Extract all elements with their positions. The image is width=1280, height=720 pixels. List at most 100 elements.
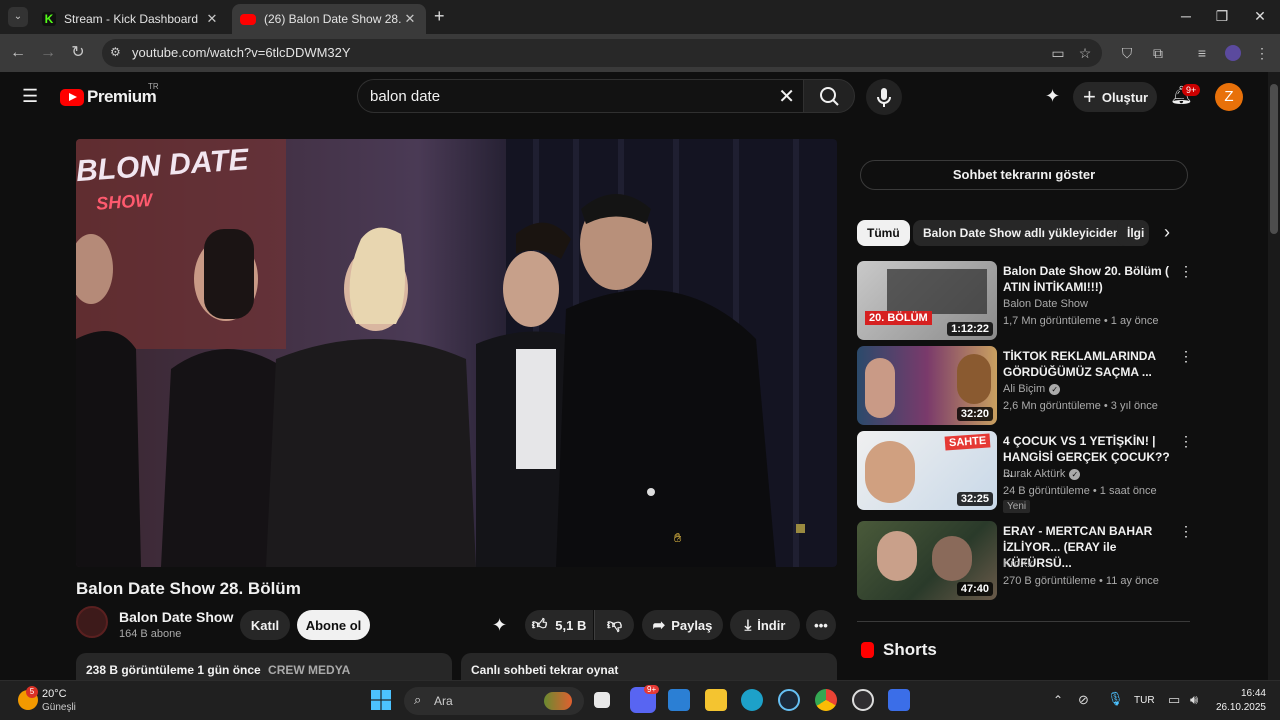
app-icon[interactable] bbox=[888, 689, 910, 711]
tab-close-icon[interactable]: ✕ bbox=[402, 11, 418, 27]
scrollbar-thumb[interactable] bbox=[1270, 84, 1278, 234]
download-button[interactable]: ⤓ İndir bbox=[730, 610, 800, 640]
task-view-icon[interactable] bbox=[594, 692, 610, 708]
discord-badge: 9+ bbox=[644, 685, 660, 694]
more-vertical-icon[interactable]: ⋮ bbox=[1179, 523, 1193, 540]
browser-menu-icon[interactable]: ⋮ bbox=[1252, 43, 1272, 63]
youtube-masthead: ☰ Premium TR balon date ✕ ✦ + Oluştur 🔔︎… bbox=[0, 72, 1268, 122]
video-thumbnail[interactable]: 47:40 bbox=[857, 521, 997, 600]
recommendation-channel-row: Burak Aktürk ✓ bbox=[1003, 468, 1081, 480]
tab-kick-dashboard[interactable]: K Stream - Kick Dashboard ✕ bbox=[34, 4, 228, 34]
live-chat-replay-box[interactable]: Canlı sohbeti tekrar oynat bbox=[461, 653, 837, 683]
recommendation-title: TİKTOK REKLAMLARINDA GÖRDÜĞÜMÜZ SAÇMA ..… bbox=[1003, 349, 1156, 379]
install-app-icon[interactable]: ▭ bbox=[1048, 43, 1068, 63]
more-actions-button[interactable]: ••• bbox=[806, 610, 836, 640]
store-icon[interactable] bbox=[668, 689, 690, 711]
chip-all[interactable]: Tümü bbox=[857, 220, 910, 246]
clear-search-icon[interactable]: ✕ bbox=[778, 84, 795, 109]
create-button[interactable]: + Oluştur bbox=[1073, 82, 1157, 112]
taskbar-search[interactable]: ⌕ Ara bbox=[404, 687, 584, 715]
chip-related[interactable]: İlgi bbox=[1117, 220, 1149, 246]
video-thumbnail[interactable]: SAHTE 32:25 bbox=[857, 431, 997, 510]
display-icon[interactable]: ▭ bbox=[1168, 692, 1180, 708]
view-count-date: 238 B görüntüleme 1 gün önce bbox=[86, 663, 261, 677]
subscribe-button[interactable]: Abone ol bbox=[297, 610, 370, 640]
like-button[interactable]: 👍︎ 5,1 B bbox=[525, 610, 593, 640]
recommendation-meta: 2,6 Mn görüntüleme • 3 yıl önce bbox=[1003, 400, 1158, 412]
address-bar[interactable]: ⚙ youtube.com/watch?v=6tlcDDWM32Y bbox=[102, 39, 1102, 67]
channel-name[interactable]: Balon Date Show bbox=[119, 609, 233, 625]
premium-sparkle-icon[interactable]: ✦ bbox=[1045, 86, 1060, 107]
microphone-icon[interactable]: 🎙︎ bbox=[1107, 691, 1124, 707]
premium-sparkle-icon[interactable]: ✦ bbox=[492, 615, 507, 636]
kick-favicon-icon: K bbox=[42, 12, 56, 26]
profile-icon[interactable] bbox=[1223, 43, 1243, 63]
account-avatar[interactable]: Z bbox=[1215, 83, 1243, 111]
file-explorer-icon[interactable] bbox=[705, 689, 727, 711]
thumbs-up-icon: 👍︎ bbox=[531, 616, 548, 633]
more-vertical-icon[interactable]: ⋮ bbox=[1179, 263, 1193, 280]
search-highlight-icon bbox=[544, 692, 572, 710]
description-box[interactable]: 238 B görüntüleme 1 gün önce CREW MEDYA bbox=[76, 653, 452, 683]
more-vertical-icon[interactable]: ⋮ bbox=[1179, 433, 1193, 450]
tab-youtube-video[interactable]: (26) Balon Date Show 28. Bölüm ✕ bbox=[232, 4, 426, 34]
weather-temperature[interactable]: 20°C bbox=[42, 688, 67, 700]
youtube-logo[interactable]: Premium bbox=[60, 87, 157, 107]
video-thumbnail[interactable]: 20. BÖLÜM 1:12:22 bbox=[857, 261, 997, 340]
youtube-play-logo-icon bbox=[60, 88, 84, 106]
chrome-icon[interactable] bbox=[815, 689, 837, 711]
media-control-icon[interactable]: ≡ bbox=[1192, 43, 1212, 63]
chip-from-uploader[interactable]: Balon Date Show adlı yükleyiciden bbox=[913, 220, 1131, 246]
clock-date[interactable]: 26.10.2025 bbox=[1214, 702, 1266, 713]
video-player[interactable]: BLON DATE SHOW ✋︎ bbox=[76, 139, 837, 567]
recommendation-meta: 270 B görüntüleme • 11 ay önce bbox=[1003, 575, 1159, 587]
channel-avatar[interactable] bbox=[76, 606, 108, 638]
shorts-heading[interactable]: Shorts bbox=[883, 640, 937, 660]
duration-badge: 47:40 bbox=[956, 582, 993, 596]
network-off-icon[interactable]: ⊘ bbox=[1078, 692, 1089, 708]
shield-extension-icon[interactable]: ⛉ bbox=[1117, 43, 1137, 63]
description-tag[interactable]: CREW MEDYA bbox=[268, 663, 350, 677]
tab-search-dropdown-icon[interactable]: ⌄ bbox=[8, 7, 28, 27]
window-close-icon[interactable]: ✕ bbox=[1250, 8, 1270, 25]
site-info-icon[interactable]: ⚙ bbox=[110, 45, 121, 59]
url-text: youtube.com/watch?v=6tlcDDWM32Y bbox=[132, 45, 351, 60]
bookmark-star-icon[interactable]: ☆ bbox=[1075, 43, 1095, 63]
voice-search-button[interactable] bbox=[866, 79, 902, 115]
back-icon[interactable]: ← bbox=[8, 43, 28, 63]
chevron-right-icon[interactable]: › bbox=[1164, 222, 1170, 243]
windows-start-icon[interactable] bbox=[371, 690, 391, 710]
show-chat-replay-button[interactable]: Sohbet tekrarını göster bbox=[860, 160, 1188, 190]
extensions-puzzle-icon[interactable]: ⧉ bbox=[1148, 43, 1168, 63]
reload-icon[interactable]: ↻ bbox=[68, 43, 88, 63]
hamburger-menu-icon[interactable]: ☰ bbox=[22, 86, 38, 107]
tray-chevron-up-icon[interactable]: ⌃ bbox=[1053, 693, 1063, 707]
page-scrollbar[interactable] bbox=[1268, 72, 1280, 680]
video-thumbnail[interactable]: 32:20 bbox=[857, 346, 997, 425]
steam-icon[interactable] bbox=[778, 689, 800, 711]
edge-icon[interactable] bbox=[741, 689, 763, 711]
obs-icon[interactable] bbox=[852, 689, 874, 711]
live-chat-replay-label: Canlı sohbeti tekrar oynat bbox=[471, 663, 619, 677]
more-vertical-icon[interactable]: ⋮ bbox=[1179, 348, 1193, 365]
clock-time[interactable]: 16:44 bbox=[1236, 688, 1266, 699]
recommendation-channel: Balon Date Show bbox=[1003, 298, 1088, 310]
new-tab-icon[interactable]: + bbox=[434, 6, 445, 27]
minimize-icon[interactable]: ─ bbox=[1176, 8, 1196, 24]
dislike-button[interactable]: 👎︎ bbox=[594, 610, 634, 640]
join-button[interactable]: Katıl bbox=[240, 610, 290, 640]
tab-title: Stream - Kick Dashboard bbox=[64, 12, 199, 26]
input-language[interactable]: TUR bbox=[1134, 695, 1155, 706]
recommendation-item[interactable]: SAHTE 32:25 4 ÇOCUK VS 1 YETİŞKİN! | HAN… bbox=[857, 431, 1193, 513]
share-button[interactable]: ➦ Paylaş bbox=[642, 610, 723, 640]
recommendation-item[interactable]: 32:20 TİKTOK REKLAMLARINDA GÖRDÜĞÜMÜZ SA… bbox=[857, 346, 1193, 426]
taskbar-search-placeholder: Ara bbox=[434, 694, 453, 708]
recommendation-item[interactable]: 20. BÖLÜM 1:12:22 Balon Date Show 20. Bö… bbox=[857, 261, 1193, 341]
recommendation-item[interactable]: 47:40 ERAY - MERTCAN BAHAR İZLİYOR... (E… bbox=[857, 521, 1193, 601]
search-input[interactable]: balon date ✕ bbox=[357, 79, 803, 113]
search-button[interactable] bbox=[803, 79, 855, 113]
volume-icon[interactable]: 🔊︎ bbox=[1190, 692, 1198, 708]
maximize-icon[interactable]: ❐ bbox=[1212, 8, 1232, 25]
forward-icon[interactable]: → bbox=[38, 43, 58, 63]
tab-close-icon[interactable]: ✕ bbox=[204, 11, 220, 27]
